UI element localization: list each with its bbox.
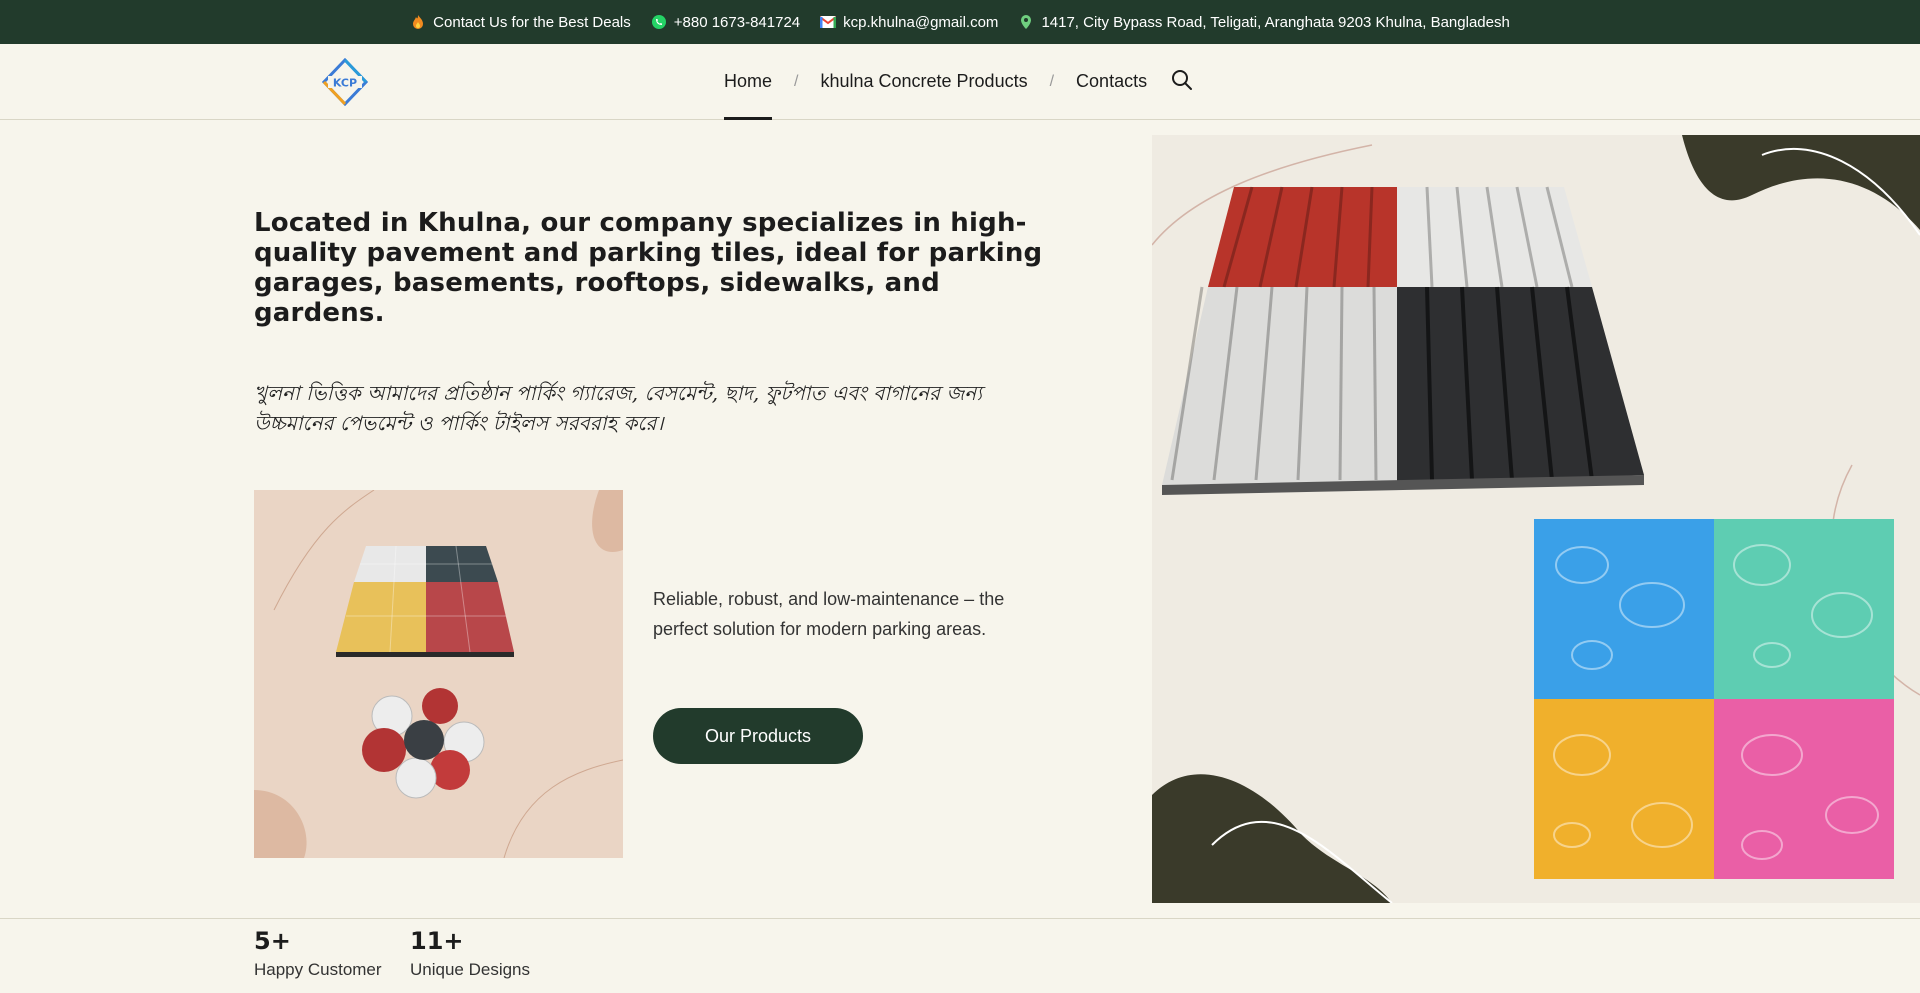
topbar-address: 1417, City Bypass Road, Teligati, Arangh… — [1018, 13, 1510, 31]
topbar-email[interactable]: kcp.khulna@gmail.com — [820, 14, 998, 31]
stat-label: Happy Customer — [254, 960, 382, 979]
top-contact-bar: Contact Us for the Best Deals +880 1673-… — [0, 0, 1920, 44]
stat-number: 5+ — [254, 927, 291, 955]
our-products-button[interactable]: Our Products — [653, 708, 863, 764]
gmail-icon — [820, 14, 837, 30]
stat-number: 11+ — [410, 927, 464, 955]
topbar-address-text: 1417, City Bypass Road, Teligati, Arangh… — [1041, 13, 1510, 31]
hero-bangla-text: খুলনা ভিত্তিক আমাদের প্রতিষ্ঠান পার্কিং … — [254, 381, 983, 435]
kcp-logo[interactable]: KCP — [321, 57, 369, 107]
topbar-phone[interactable]: +880 1673-841724 — [651, 14, 800, 31]
topbar-deals: Contact Us for the Best Deals — [410, 14, 631, 31]
stat-unique-designs: 11+ Unique Designs — [410, 926, 530, 982]
hero-description: Reliable, robust, and low-maintenance – … — [653, 589, 1005, 639]
topbar-email-text[interactable]: kcp.khulna@gmail.com — [843, 14, 998, 31]
site-header: KCP Home / khulna Concrete Products / Co… — [0, 44, 1920, 120]
hero-product-image — [1152, 135, 1920, 903]
nav-khulna-concrete-products[interactable]: khulna Concrete Products — [820, 44, 1027, 119]
stats-divider — [0, 918, 1920, 919]
stat-happy-customer: 5+ Happy Customer — [254, 926, 382, 982]
whatsapp-icon — [651, 14, 667, 30]
search-icon[interactable] — [1170, 68, 1194, 92]
nav-separator: / — [1049, 72, 1055, 90]
main-nav: Home / khulna Concrete Products / Contac… — [724, 44, 1147, 120]
nav-contacts[interactable]: Contacts — [1076, 44, 1147, 119]
nav-home[interactable]: Home — [724, 44, 773, 120]
topbar-phone-text[interactable]: +880 1673-841724 — [674, 14, 800, 31]
topbar-deals-text: Contact Us for the Best Deals — [433, 13, 631, 31]
nav-separator: / — [794, 72, 799, 90]
location-icon — [1018, 14, 1034, 30]
logo-text: KCP — [333, 77, 357, 90]
stat-label: Unique Designs — [410, 960, 531, 979]
fire-icon — [410, 14, 426, 30]
product-card-image — [254, 490, 623, 858]
hero-headline: Located in Khulna, our company specializ… — [254, 208, 1043, 328]
